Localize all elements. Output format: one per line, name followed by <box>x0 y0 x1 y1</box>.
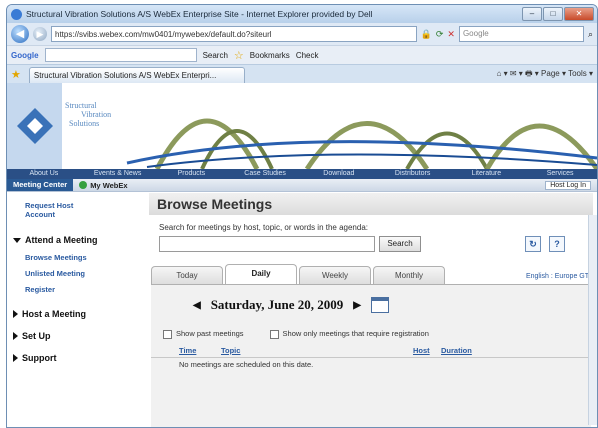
banner-arcs-graphic <box>7 83 597 171</box>
browse-meetings-link[interactable]: Browse Meetings <box>25 253 87 262</box>
meeting-search-input[interactable] <box>159 236 375 252</box>
bookmarks-button[interactable]: Bookmarks <box>250 51 290 60</box>
sidebar: Request Host Account Attend a Meeting Br… <box>7 193 143 427</box>
nav-about[interactable]: About Us <box>7 169 81 179</box>
nav-download[interactable]: Download <box>302 169 376 179</box>
browser-tab[interactable]: Structural Vibration Solutions A/S WebEx… <box>28 66 245 83</box>
minimize-button[interactable]: – <box>522 7 542 21</box>
view-tabs: Today Daily Weekly Monthly <box>151 264 445 285</box>
empty-message: No meetings are scheduled on this date. <box>179 360 314 369</box>
checkbox-icon[interactable] <box>269 329 279 339</box>
stop-icon[interactable]: ✕ <box>447 29 455 40</box>
current-date: Saturday, June 20, 2009 <box>210 297 344 312</box>
register-link[interactable]: Register <box>25 285 55 294</box>
show-registration-option[interactable]: Show only meetings that require registra… <box>269 329 429 339</box>
window-title: Structural Vibration Solutions A/S WebEx… <box>26 9 373 19</box>
help-icon[interactable]: ? <box>549 236 565 252</box>
star-icon[interactable]: ☆ <box>234 49 244 62</box>
date-navigator: ◀ Saturday, June 20, 2009 ▶ <box>193 297 389 313</box>
calendar-icon[interactable] <box>370 297 389 313</box>
nav-products[interactable]: Products <box>155 169 229 179</box>
lock-icon: 🔒 <box>420 28 432 39</box>
col-duration[interactable]: Duration <box>441 346 472 355</box>
col-time[interactable]: Time <box>179 346 196 355</box>
vertical-scrollbar[interactable] <box>588 215 597 425</box>
browser-window: Structural Vibration Solutions A/S WebEx… <box>6 4 598 428</box>
collapsed-icon <box>13 310 18 318</box>
col-topic[interactable]: Topic <box>221 346 240 355</box>
filter-options: Show past meetings Show only meetings th… <box>163 329 429 339</box>
expanded-icon <box>13 237 21 243</box>
meetings-panel: ◀ Saturday, June 20, 2009 ▶ Show past me… <box>151 284 591 427</box>
search-button[interactable]: Search <box>379 236 421 252</box>
webex-icon <box>79 181 88 189</box>
meeting-center-tab[interactable]: Meeting Center <box>7 179 74 191</box>
site-nav: About Us Events & News Products Case Stu… <box>7 169 597 179</box>
prev-day-arrow-icon[interactable]: ◀ <box>193 300 201 311</box>
maximize-button[interactable]: □ <box>543 7 563 21</box>
sidebar-setup[interactable]: Set Up <box>13 331 51 341</box>
close-button[interactable]: ✕ <box>564 7 594 21</box>
show-past-option[interactable]: Show past meetings <box>163 329 244 339</box>
webex-subnav: Meeting Center My WebEx Host Log In <box>7 179 597 192</box>
google-toolbar: Google Search ☆ Bookmarks Check <box>7 45 597 64</box>
checkbox-icon[interactable] <box>163 329 172 339</box>
page-title: Browse Meetings <box>149 193 593 215</box>
tab-daily[interactable]: Daily <box>225 264 297 285</box>
my-webex-tab[interactable]: My WebEx <box>73 181 128 190</box>
nav-literature[interactable]: Literature <box>450 169 524 179</box>
address-bar: ◀ ▶ https://svibs.webex.com/mw0401/myweb… <box>7 23 597 45</box>
google-logo: Google <box>11 50 39 60</box>
sidebar-attend[interactable]: Attend a Meeting <box>13 235 98 245</box>
page-content: Structural Vibration Solutions About Us … <box>7 83 597 427</box>
timezone-link[interactable]: English : Europe GT <box>526 273 589 280</box>
google-search-input[interactable] <box>44 48 197 62</box>
nav-distributors[interactable]: Distributors <box>376 169 450 179</box>
forward-button[interactable]: ▶ <box>33 27 47 41</box>
nav-services[interactable]: Services <box>523 169 597 179</box>
sidebar-host[interactable]: Host a Meeting <box>13 309 86 319</box>
table-header: Time Topic Host Duration <box>151 345 591 358</box>
page-tools[interactable]: ⌂ ▾ ✉ ▾ 🖶 ▾ Page ▾ Tools ▾ <box>497 68 593 82</box>
back-button[interactable]: ◀ <box>11 25 29 43</box>
tab-bar: ★ Structural Vibration Solutions A/S Web… <box>7 64 597 84</box>
url-input[interactable]: https://svibs.webex.com/mw0401/mywebex/d… <box>51 26 417 42</box>
tab-monthly[interactable]: Monthly <box>373 266 445 285</box>
request-account-link[interactable]: Request Host Account <box>25 201 95 219</box>
nav-case-studies[interactable]: Case Studies <box>228 169 302 179</box>
col-host[interactable]: Host <box>413 346 430 355</box>
search-instructions: Search for meetings by host, topic, or w… <box>159 223 369 232</box>
main-panel: Browse Meetings Search for meetings by h… <box>149 193 593 427</box>
collapsed-icon <box>13 332 18 340</box>
host-login-button[interactable]: Host Log In <box>545 180 591 190</box>
ie-icon <box>11 8 22 20</box>
refresh-icon[interactable]: ↻ <box>525 236 541 252</box>
site-banner: Structural Vibration Solutions About Us … <box>7 83 597 179</box>
site-logo-text: Structural Vibration Solutions <box>65 101 112 128</box>
title-bar: Structural Vibration Solutions A/S WebEx… <box>7 5 597 23</box>
search-icon[interactable]: ⌕ <box>588 29 593 40</box>
check-button[interactable]: Check <box>296 51 319 60</box>
search-input[interactable]: Google <box>458 26 584 42</box>
tab-weekly[interactable]: Weekly <box>299 266 371 285</box>
nav-events[interactable]: Events & News <box>81 169 155 179</box>
collapsed-icon <box>13 354 18 362</box>
sidebar-support[interactable]: Support <box>13 353 57 363</box>
next-day-arrow-icon[interactable]: ▶ <box>353 300 361 311</box>
refresh-icon[interactable]: ⟳ <box>436 29 444 40</box>
unlisted-meeting-link[interactable]: Unlisted Meeting <box>25 269 85 278</box>
tab-today[interactable]: Today <box>151 266 223 285</box>
favorites-icon[interactable]: ★ <box>11 68 21 81</box>
google-search-button[interactable]: Search <box>203 51 228 60</box>
